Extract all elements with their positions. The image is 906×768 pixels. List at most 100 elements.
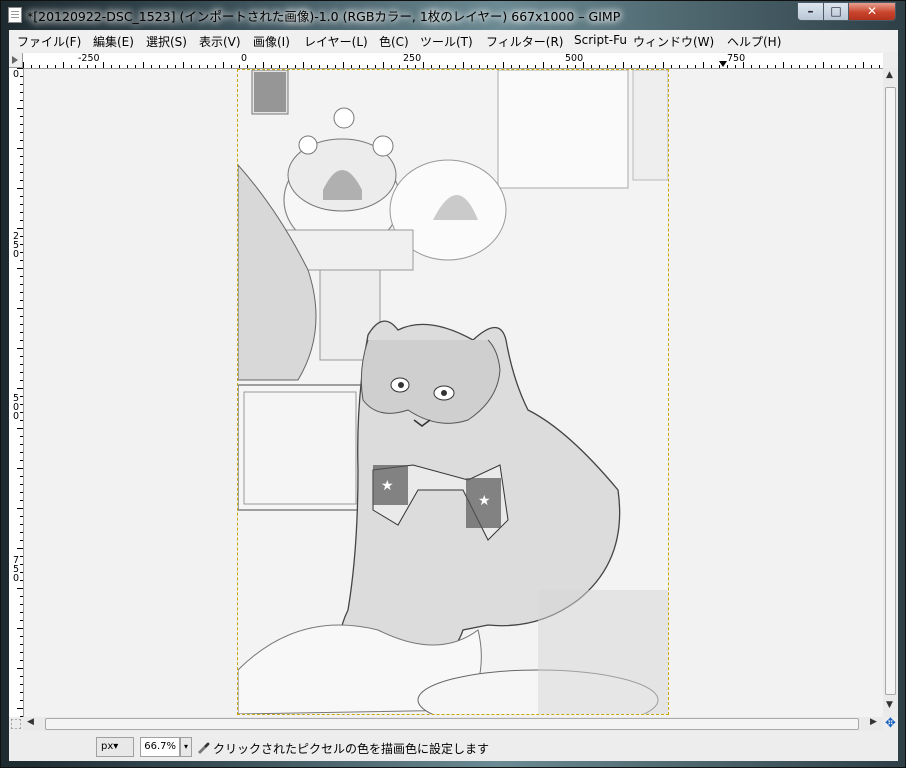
ruler-tick — [511, 65, 512, 68]
navigate-icon[interactable]: ✥ — [883, 717, 898, 731]
menu-edit[interactable]: 編集(E) — [93, 33, 134, 50]
canvas-area[interactable]: ★ ★ — [24, 69, 883, 717]
vertical-scrollbar[interactable]: ▲ ▼ — [883, 68, 898, 717]
horizontal-scroll-thumb[interactable] — [45, 718, 859, 730]
ruler-tick — [839, 65, 840, 68]
vruler-label: 7 5 0 — [12, 555, 20, 584]
ruler-tick — [495, 65, 496, 68]
svg-text:★: ★ — [381, 478, 394, 494]
quick-mask-icon[interactable] — [11, 719, 21, 729]
svg-text:★: ★ — [478, 493, 491, 509]
ruler-tick — [823, 62, 824, 68]
scroll-right-icon[interactable]: ▶ — [870, 717, 877, 727]
scroll-up-icon[interactable]: ▲ — [886, 70, 893, 80]
ruler-tick — [127, 65, 128, 68]
ruler-tick — [20, 516, 23, 517]
menu-script-fu[interactable]: Script-Fu — [574, 33, 627, 47]
ruler-tick — [431, 65, 432, 68]
ruler-tick — [167, 65, 168, 68]
maximize-button[interactable]: □ — [823, 2, 849, 21]
ruler-tick — [375, 65, 376, 68]
image-canvas[interactable]: ★ ★ — [237, 69, 669, 715]
ruler-tick — [20, 116, 23, 117]
menu-colors[interactable]: 色(C) — [379, 33, 409, 50]
ruler-tick — [631, 65, 632, 68]
ruler-tick — [775, 65, 776, 68]
ruler-tick — [39, 65, 40, 68]
ruler-tick — [647, 65, 648, 68]
ruler-tick — [591, 65, 592, 68]
menu-view[interactable]: 表示(V) — [199, 33, 241, 50]
ruler-tick — [20, 212, 23, 213]
ruler-tick — [63, 62, 64, 68]
ruler-tick — [20, 124, 23, 125]
ruler-tick — [20, 84, 23, 85]
minimize-button[interactable]: – — [797, 2, 824, 21]
ruler-tick — [95, 65, 96, 68]
ruler-tick — [615, 65, 616, 68]
vertical-ruler[interactable]: 0 2 5 0 5 0 0 7 5 0 — [9, 68, 24, 717]
ruler-menu-button[interactable] — [9, 53, 23, 68]
ruler-tick — [847, 65, 848, 68]
ruler-tick — [20, 596, 23, 597]
ruler-tick — [17, 268, 23, 269]
ruler-tick — [20, 604, 23, 605]
menu-file[interactable]: ファイル(F) — [17, 33, 81, 50]
ruler-tick — [695, 65, 696, 68]
close-button[interactable]: ✕ — [848, 2, 896, 21]
ruler-tick — [20, 300, 23, 301]
menu-help[interactable]: ヘルプ(H) — [727, 33, 781, 50]
ruler-tick — [20, 172, 23, 173]
ruler-tick — [20, 572, 23, 573]
ruler-tick — [55, 65, 56, 68]
ruler-tick — [743, 62, 744, 68]
ruler-tick — [20, 332, 23, 333]
zoom-dropdown-button[interactable]: ▾ — [180, 737, 192, 757]
menu-layer[interactable]: レイヤー(L) — [304, 33, 368, 50]
ruler-tick — [31, 65, 32, 68]
ruler-tick — [487, 65, 488, 68]
vruler-label: 5 0 0 — [12, 393, 20, 422]
ruler-tick — [503, 62, 504, 68]
zoom-input[interactable]: 66.7% — [140, 737, 180, 757]
ruler-tick — [20, 316, 23, 317]
ruler-tick — [607, 65, 608, 68]
menu-tools[interactable]: ツール(T) — [420, 33, 473, 50]
ruler-tick — [783, 62, 784, 68]
ruler-tick — [20, 292, 23, 293]
menu-windows[interactable]: ウィンドウ(W) — [633, 33, 714, 50]
ruler-tick — [599, 65, 600, 68]
ruler-tick — [20, 500, 23, 501]
ruler-tick — [767, 65, 768, 68]
menu-image[interactable]: 画像(I) — [253, 33, 290, 50]
ruler-tick — [455, 65, 456, 68]
ruler-tick — [231, 65, 232, 68]
ruler-tick — [20, 204, 23, 205]
ruler-tick — [159, 65, 160, 68]
ruler-tick — [711, 65, 712, 68]
ruler-tick — [20, 356, 23, 357]
status-message: クリックされたピクセルの色を描画色に設定します — [213, 742, 490, 756]
ruler-tick — [247, 65, 248, 68]
ruler-tick — [20, 220, 23, 221]
title-bar[interactable]: *[20120922-DSC_1523] (インポートされた画像)-1.0 (R… — [1, 1, 906, 29]
menu-filters[interactable]: フィルター(R) — [486, 33, 563, 50]
ruler-tick — [279, 65, 280, 68]
scroll-left-icon[interactable]: ◀ — [27, 717, 34, 727]
ruler-tick — [863, 62, 864, 68]
horizontal-ruler[interactable]: -250 0 250 500 750 — [23, 53, 883, 69]
scroll-down-icon[interactable]: ▼ — [886, 700, 893, 710]
status-bar: px▾ 66.7% ▾ クリックされたピクセルの色を描画色に設定します — [9, 732, 898, 761]
horizontal-scrollbar[interactable]: ◀ ▶ — [23, 717, 883, 731]
ruler-tick — [20, 652, 23, 653]
vertical-scroll-thumb[interactable] — [885, 87, 896, 695]
ruler-tick — [303, 62, 304, 68]
menu-select[interactable]: 選択(S) — [146, 33, 187, 50]
ruler-tick — [20, 364, 23, 365]
unit-select[interactable]: px▾ — [96, 737, 134, 757]
document-icon — [8, 7, 22, 23]
ruler-tick — [20, 476, 23, 477]
ruler-tick — [17, 708, 23, 709]
ruler-tick — [855, 65, 856, 68]
ruler-tick — [551, 65, 552, 68]
